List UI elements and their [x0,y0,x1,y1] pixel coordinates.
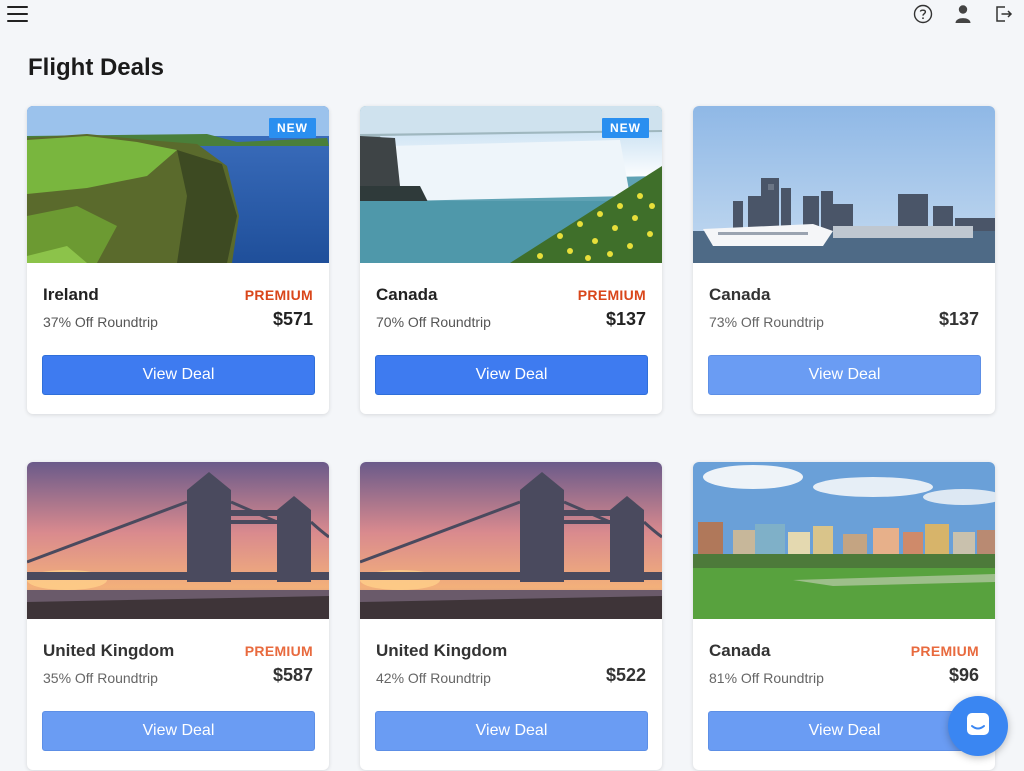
destination-name: Canada [709,285,771,304]
discount-text: 73% Off Roundtrip [709,314,824,330]
header-actions [912,3,1014,25]
premium-label: PREMIUM [577,287,646,303]
top-bar [0,0,1024,30]
discount-text: 70% Off Roundtrip [376,314,491,330]
harbor-city-photo [693,106,995,263]
view-deal-button[interactable]: View Deal [42,355,315,395]
premium-label: PREMIUM [244,643,313,659]
help-circle-icon[interactable] [912,3,934,25]
price: $587 [272,665,313,685]
view-deal-button[interactable]: View Deal [375,355,648,395]
price: $137 [605,309,646,329]
city-park-photo [693,462,995,619]
discount-text: 42% Off Roundtrip [376,670,491,686]
cliffs-coast-photo: NEW [27,106,329,263]
deal-card[interactable]: United Kingdom 42% Off Roundtrip $522 Vi… [360,462,662,770]
view-deal-button[interactable]: View Deal [375,711,648,751]
discount-text: 81% Off Roundtrip [709,670,824,686]
tower-bridge-photo [360,462,662,619]
destination-name: Canada [709,641,771,660]
discount-text: 35% Off Roundtrip [43,670,158,686]
page-title: Flight Deals [28,54,165,81]
price: $137 [938,309,979,329]
view-deal-button[interactable]: View Deal [42,711,315,751]
discount-text: 37% Off Roundtrip [43,314,158,330]
destination-name: United Kingdom [376,641,508,660]
chat-bubble-icon [964,710,992,743]
user-icon[interactable] [952,3,974,25]
price: $571 [272,309,313,329]
deal-card[interactable]: NEW Canada PREMIUM 70% Off Roundtrip $13… [360,106,662,414]
price: $96 [948,665,979,685]
destination-name: United Kingdom [43,641,175,660]
destination-name: Canada [376,285,438,304]
deal-card[interactable]: Canada 73% Off Roundtrip $137 View Deal [693,106,995,414]
deal-card[interactable]: NEW Ireland PREMIUM 37% Off Roundtrip $5… [27,106,329,414]
new-badge: NEW [602,118,649,138]
hamburger-menu-icon[interactable] [7,6,28,24]
deal-card[interactable]: United Kingdom PREMIUM 35% Off Roundtrip… [27,462,329,770]
view-deal-button[interactable]: View Deal [708,711,981,751]
logout-icon[interactable] [992,3,1014,25]
premium-label: PREMIUM [910,643,979,659]
waterfall-photo: NEW [360,106,662,263]
chat-launcher-button[interactable] [948,696,1008,756]
price: $522 [605,665,646,685]
view-deal-button[interactable]: View Deal [708,355,981,395]
destination-name: Ireland [43,285,99,304]
new-badge: NEW [269,118,316,138]
premium-label: PREMIUM [244,287,313,303]
tower-bridge-photo [27,462,329,619]
